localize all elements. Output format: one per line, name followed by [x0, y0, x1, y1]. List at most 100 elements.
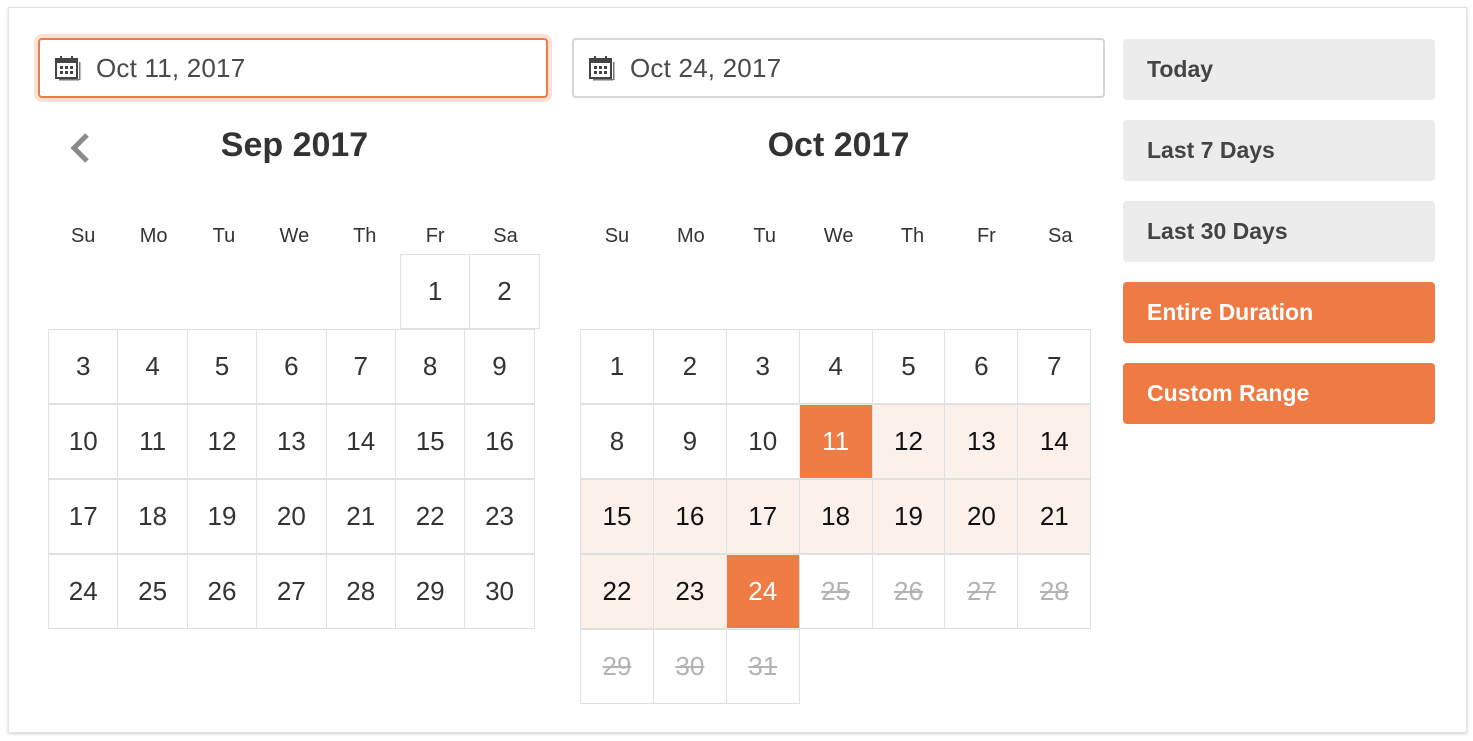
weekday-label: We	[279, 225, 310, 247]
preset-last-30-days-button[interactable]: Last 30 Days	[1123, 201, 1435, 262]
weekday-label: Sa	[493, 225, 518, 247]
empty-cell	[949, 254, 1023, 329]
day-cell[interactable]: 15	[394, 404, 466, 479]
empty-cell	[946, 629, 1020, 704]
day-cell[interactable]: 4	[798, 329, 873, 404]
day-cell[interactable]: 3	[48, 329, 119, 404]
day-cell[interactable]: 14	[1017, 404, 1092, 479]
day-cell[interactable]: 6	[256, 329, 327, 404]
weekday-label: Mo	[676, 225, 705, 247]
calendar-left: Su Mo Tu We Th Fr Sa 1 2 3 4 5 6 7 8 9 10 11 12 13 14 15 16 17…	[48, 218, 541, 629]
day-cell[interactable]: 17	[725, 479, 800, 554]
preset-entire-duration-button[interactable]: Entire Duration	[1123, 282, 1435, 343]
calendar-weeks: 1 2 3 4 5 6 7 8 9 10 11 12 13 14 15 16 17 18 19 20 21 22 23 24 2…	[580, 254, 1097, 704]
day-cell-disabled: 30	[652, 629, 727, 704]
weekday-label: Th	[353, 225, 377, 247]
day-cell[interactable]: 19	[871, 479, 946, 554]
day-cell[interactable]: 16	[464, 404, 535, 479]
day-cell-selected[interactable]: 11	[798, 404, 873, 479]
day-cell[interactable]: 26	[186, 554, 258, 629]
day-cell[interactable]: 1	[399, 254, 471, 329]
calendar-icon	[588, 55, 616, 81]
day-cell-selected[interactable]: 24	[725, 554, 800, 629]
day-cell[interactable]: 18	[798, 479, 873, 554]
day-cell[interactable]: 25	[117, 554, 188, 629]
day-cell-disabled: 28	[1017, 554, 1092, 629]
day-cell[interactable]: 2	[652, 329, 727, 404]
empty-cell	[118, 254, 188, 329]
day-cell[interactable]: 9	[464, 329, 535, 404]
day-cell[interactable]: 15	[580, 479, 654, 554]
weekday-label: Mo	[139, 225, 168, 247]
empty-cell	[654, 254, 728, 329]
day-cell[interactable]: 8	[580, 404, 654, 479]
empty-cell	[802, 254, 876, 329]
day-cell[interactable]: 20	[944, 479, 1019, 554]
week-row: 8 9 10 11 12 13 14	[580, 404, 1097, 479]
day-cell[interactable]: 8	[394, 329, 466, 404]
day-cell[interactable]: 19	[186, 479, 258, 554]
day-cell[interactable]: 17	[48, 479, 119, 554]
week-row: 15 16 17 18 19 20 21	[580, 479, 1097, 554]
day-cell[interactable]: 11	[117, 404, 188, 479]
start-date-value: Oct 11, 2017	[96, 52, 246, 83]
preset-custom-range-button[interactable]: Custom Range	[1123, 363, 1435, 424]
preset-last-7-days-button[interactable]: Last 7 Days	[1123, 120, 1435, 181]
day-cell[interactable]: 7	[1017, 329, 1092, 404]
empty-cell	[728, 254, 802, 329]
day-cell[interactable]: 21	[1017, 479, 1092, 554]
weekday-header: Su Mo Tu We Th Fr Sa	[48, 218, 541, 254]
day-cell[interactable]: 23	[464, 479, 535, 554]
day-cell-disabled: 26	[871, 554, 946, 629]
end-date-input[interactable]: Oct 24, 2017	[572, 38, 1105, 98]
day-cell[interactable]: 2	[469, 254, 540, 329]
day-cell[interactable]: 24	[48, 554, 119, 629]
day-cell[interactable]: 14	[325, 404, 396, 479]
day-cell[interactable]: 1	[580, 329, 654, 404]
calendar-icon	[54, 55, 82, 81]
day-cell[interactable]: 13	[256, 404, 327, 479]
day-cell[interactable]: 13	[944, 404, 1019, 479]
week-row: 17 18 19 20 21 22 23	[48, 479, 541, 554]
day-cell[interactable]: 6	[944, 329, 1019, 404]
month-title-left: Sep 2017	[220, 126, 369, 164]
day-cell[interactable]: 5	[871, 329, 946, 404]
empty-cell	[580, 254, 654, 329]
day-cell[interactable]: 27	[256, 554, 327, 629]
empty-cell	[189, 254, 259, 329]
day-cell[interactable]: 22	[394, 479, 466, 554]
day-cell[interactable]: 12	[871, 404, 946, 479]
day-cell-disabled: 29	[580, 629, 654, 704]
calendar-weeks: 1 2 3 4 5 6 7 8 9 10 11 12 13 14 15 16 17 18 19 20 21 22 23 24 2…	[48, 254, 541, 629]
day-cell[interactable]: 21	[325, 479, 396, 554]
end-date-value: Oct 24, 2017	[630, 52, 782, 83]
day-cell[interactable]: 9	[652, 404, 727, 479]
week-row: 24 25 26 27 28 29 30	[48, 554, 541, 629]
day-cell[interactable]: 18	[117, 479, 188, 554]
day-cell[interactable]: 30	[464, 554, 535, 629]
day-cell[interactable]: 3	[725, 329, 800, 404]
day-cell[interactable]: 23	[652, 554, 727, 629]
day-cell[interactable]: 22	[580, 554, 654, 629]
day-cell-disabled: 31	[725, 629, 800, 704]
day-cell[interactable]: 4	[117, 329, 188, 404]
day-cell[interactable]: 7	[325, 329, 396, 404]
week-row	[580, 254, 1097, 329]
weekday-header: Su Mo Tu We Th Fr Sa	[580, 218, 1097, 254]
day-cell[interactable]: 29	[394, 554, 466, 629]
day-cell[interactable]: 20	[256, 479, 327, 554]
weekday-label: Tu	[212, 225, 236, 247]
weekday-label: Su	[70, 225, 96, 247]
preset-ranges: Today Last 7 Days Last 30 Days Entire Du…	[1123, 39, 1435, 444]
day-cell[interactable]: 12	[186, 404, 258, 479]
empty-cell	[1023, 254, 1097, 329]
day-cell[interactable]: 10	[48, 404, 119, 479]
start-date-input[interactable]: Oct 11, 2017	[38, 38, 548, 98]
day-cell[interactable]: 16	[652, 479, 727, 554]
day-cell[interactable]: 5	[186, 329, 258, 404]
day-cell-disabled: 27	[944, 554, 1019, 629]
day-cell[interactable]: 10	[725, 404, 800, 479]
day-cell[interactable]: 28	[325, 554, 396, 629]
preset-today-button[interactable]: Today	[1123, 39, 1435, 100]
weekday-label: Th	[900, 225, 925, 247]
